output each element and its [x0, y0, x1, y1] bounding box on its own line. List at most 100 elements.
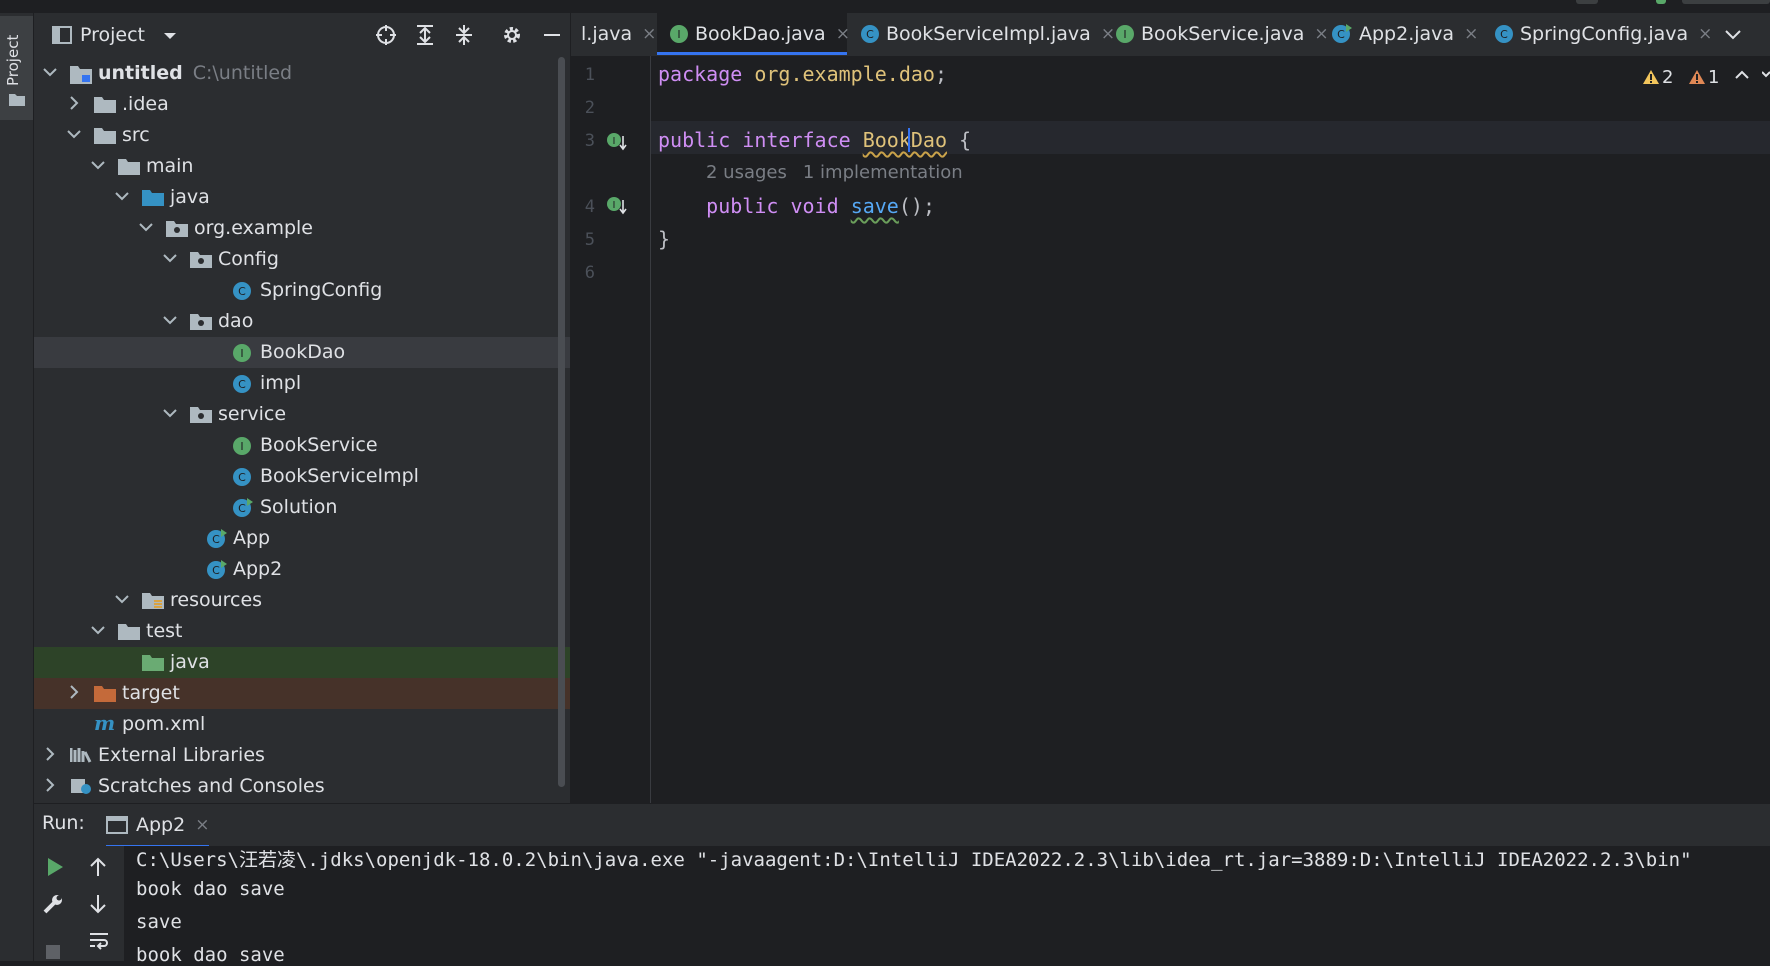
run-config-selector[interactable] — [1682, 0, 1770, 4]
svg-text:I: I — [240, 440, 243, 453]
code-vision-hints[interactable]: 2 usages 1 implementation — [706, 162, 979, 183]
tab-bookservice-java[interactable]: I BookService.java × — [1115, 13, 1329, 55]
tree-item-java-source[interactable]: java — [34, 182, 570, 213]
tree-item-app2[interactable]: C App2 — [34, 554, 570, 585]
left-tool-stripe — [0, 13, 34, 961]
title-button[interactable] — [1576, 0, 1598, 4]
chevron-down-icon[interactable] — [66, 126, 82, 142]
tab-app2-java[interactable]: C App2.java × — [1331, 13, 1478, 55]
arrow-up-icon[interactable] — [88, 856, 108, 878]
tree-item-main[interactable]: main — [34, 151, 570, 182]
tree-item-bookserviceimpl[interactable]: C BookServiceImpl — [34, 461, 570, 492]
run-tab-app2[interactable]: App2 × — [106, 806, 210, 848]
tree-item-bookservice[interactable]: I BookService — [34, 430, 570, 461]
chevron-down-icon[interactable] — [162, 405, 178, 421]
tree-item-bookdao[interactable]: I BookDao — [34, 337, 570, 368]
hide-panel-icon[interactable] — [539, 22, 565, 48]
text-caret — [908, 128, 910, 152]
implementations-hint[interactable]: 1 implementation — [803, 162, 963, 183]
weak-warnings-indicator[interactable]: 2 — [1642, 65, 1673, 89]
svg-text:I: I — [613, 136, 616, 147]
tree-item-app[interactable]: C App — [34, 523, 570, 554]
tree-item-target[interactable]: target — [34, 678, 570, 709]
code-line-5: } — [658, 227, 671, 251]
wrench-icon[interactable] — [42, 893, 64, 915]
gear-icon[interactable] — [499, 22, 525, 48]
expand-all-icon[interactable] — [412, 22, 438, 48]
tab-bookdao-java[interactable]: I BookDao.java × — [657, 13, 850, 55]
warnings-indicator[interactable]: 1 — [1688, 65, 1719, 89]
soft-wrap-icon[interactable] — [88, 930, 110, 952]
chevron-right-icon[interactable] — [66, 684, 82, 700]
project-panel-title[interactable]: Project — [80, 24, 145, 46]
chevron-down-icon[interactable] — [162, 250, 178, 266]
chevron-down-icon[interactable] — [90, 157, 106, 173]
tree-item-springconfig[interactable]: C SpringConfig — [34, 275, 570, 306]
test-folder-icon — [142, 653, 164, 671]
excluded-folder-icon — [94, 684, 116, 702]
tree-item-resources[interactable]: resources — [34, 585, 570, 616]
libraries-icon — [70, 746, 92, 764]
line-number: 6 — [584, 263, 595, 283]
tree-item-config[interactable]: Config — [34, 244, 570, 275]
tabs-dropdown-icon[interactable] — [1724, 29, 1742, 41]
chevron-down-icon[interactable] — [162, 312, 178, 328]
package-icon — [190, 312, 212, 330]
close-icon[interactable]: × — [1314, 24, 1328, 44]
svg-text:C: C — [212, 533, 220, 546]
close-icon[interactable]: × — [1698, 24, 1712, 44]
tree-item-untitled[interactable]: untitled C:\untitled — [34, 58, 570, 89]
chevron-up-icon[interactable] — [1734, 70, 1750, 80]
tree-item-dao[interactable]: dao — [34, 306, 570, 337]
code-line-3: public interface BookDao { — [658, 128, 972, 152]
collapse-all-icon[interactable] — [451, 22, 477, 48]
close-icon[interactable]: × — [1464, 24, 1478, 44]
tree-item-scratches[interactable]: Scratches and Consoles — [34, 771, 570, 802]
implemented-gutter-icon[interactable]: I — [606, 194, 628, 216]
chevron-down-icon[interactable] — [138, 219, 154, 235]
chevron-right-icon[interactable] — [66, 95, 82, 111]
usages-hint[interactable]: 2 usages — [706, 162, 787, 183]
tree-item-impl[interactable]: C impl — [34, 368, 570, 399]
console-line: save — [136, 911, 182, 933]
runnable-class-icon: C — [1331, 24, 1353, 44]
tab-bookserviceimpl-java[interactable]: C BookServiceImpl.java × — [860, 13, 1115, 55]
project-scrollbar[interactable] — [558, 57, 565, 787]
chevron-down-icon[interactable] — [162, 31, 178, 41]
tree-item-external-libraries[interactable]: External Libraries — [34, 740, 570, 771]
arrow-down-icon[interactable] — [88, 893, 108, 915]
svg-text:C: C — [238, 285, 246, 298]
rerun-icon[interactable] — [44, 856, 66, 878]
chevron-down-icon[interactable] — [1762, 70, 1770, 80]
close-icon[interactable]: × — [1101, 24, 1115, 44]
chevron-right-icon[interactable] — [42, 746, 58, 762]
tree-item-org-example[interactable]: org.example — [34, 213, 570, 244]
stop-icon[interactable] — [46, 945, 60, 959]
svg-text:C: C — [1500, 28, 1508, 41]
tree-item-idea[interactable]: .idea — [34, 89, 570, 120]
tree-item-java-test[interactable]: java — [34, 647, 570, 678]
locate-icon[interactable] — [373, 22, 399, 48]
close-icon[interactable]: × — [642, 24, 656, 44]
folder-icon — [9, 92, 25, 106]
tree-item-pom[interactable]: m pom.xml — [34, 709, 570, 740]
folder-icon — [118, 157, 140, 175]
project-view-icon — [52, 25, 72, 45]
tab-impl-java[interactable]: l.java × — [575, 13, 657, 55]
chevron-right-icon[interactable] — [42, 777, 58, 793]
chevron-down-icon[interactable] — [90, 622, 106, 638]
close-icon[interactable]: × — [836, 24, 850, 44]
tree-item-service[interactable]: service — [34, 399, 570, 430]
tab-springconfig-java[interactable]: C SpringConfig.java × — [1494, 13, 1712, 55]
chevron-down-icon[interactable] — [114, 188, 130, 204]
chevron-down-icon[interactable] — [42, 64, 58, 80]
chevron-down-icon[interactable] — [114, 591, 130, 607]
tree-item-src[interactable]: src — [34, 120, 570, 151]
close-icon[interactable]: × — [195, 815, 209, 835]
svg-text:C: C — [238, 502, 246, 515]
tree-item-test[interactable]: test — [34, 616, 570, 647]
module-folder-icon — [70, 64, 92, 84]
folder-icon — [94, 126, 116, 144]
tree-item-solution[interactable]: C Solution — [34, 492, 570, 523]
implemented-gutter-icon[interactable]: I — [606, 130, 628, 152]
